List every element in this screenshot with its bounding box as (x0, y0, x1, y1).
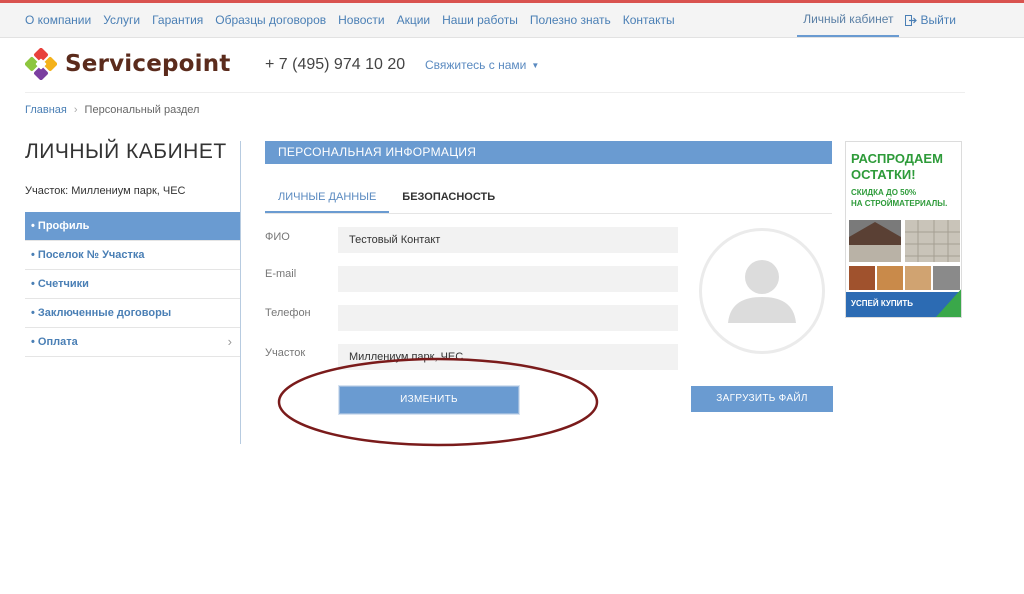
banner-title: РАСПРОДАЕМ ОСТАТКИ! (851, 151, 943, 183)
edit-button[interactable]: ИЗМЕНИТЬ (339, 386, 519, 414)
banner-subtitle-line-1: СКИДКА ДО 50% (851, 188, 917, 197)
nav-about[interactable]: О компании (25, 13, 91, 27)
nav-promotions[interactable]: Акции (397, 13, 431, 27)
sidebar-item-profile[interactable]: • Профиль (25, 212, 240, 241)
user-silhouette-icon (728, 260, 796, 323)
nav-news[interactable]: Новости (338, 13, 384, 27)
profile-tabs: ЛИЧНЫЕ ДАННЫЕ БЕЗОПАСНОСТЬ (265, 183, 832, 214)
contact-us-dropdown[interactable]: Свяжитесь с нами ▼ (425, 58, 539, 72)
email-label: E-mail (265, 268, 297, 280)
email-field[interactable] (338, 266, 678, 292)
site-header: Servicepoint + 7 (495) 974 10 20 Свяжите… (25, 48, 965, 93)
tab-personal-data[interactable]: ЛИЧНЫЕ ДАННЫЕ (265, 183, 390, 213)
banner-subtitle: СКИДКА ДО 50% НА СТРОЙМАТЕРИАЛЫ. (851, 187, 947, 209)
breadcrumb-home[interactable]: Главная (25, 104, 67, 116)
top-navigation-bar: О компании Услуги Гарантия Образцы догов… (0, 3, 1024, 38)
column-divider (240, 141, 241, 444)
sidebar-item-payment[interactable]: • Оплата › (25, 328, 240, 357)
logout-link[interactable]: Выйти (905, 13, 956, 27)
sidebar-item-contracts[interactable]: • Заключенные договоры (25, 299, 240, 328)
logo-text: Servicepoint (65, 51, 231, 77)
site-logo[interactable]: Servicepoint (25, 48, 231, 80)
fio-label: ФИО (265, 231, 290, 243)
nav-services[interactable]: Услуги (103, 13, 140, 27)
page-title: ЛИЧНЫЙ КАБИНЕТ (25, 140, 227, 163)
sidebar-item-payment-label: • Оплата (31, 336, 78, 348)
sidebar-menu: • Профиль • Поселок № Участка • Счетчики… (25, 212, 240, 357)
caret-down-icon: ▼ (531, 60, 540, 70)
nav-our-works[interactable]: Наши работы (442, 13, 518, 27)
nav-contract-samples[interactable]: Образцы договоров (215, 13, 326, 27)
chevron-right-icon: › (73, 104, 78, 116)
banner-subtitle-line-2: НА СТРОЙМАТЕРИАЛЫ. (851, 199, 948, 208)
logout-icon (905, 14, 918, 26)
nav-useful-info[interactable]: Полезно знать (530, 13, 611, 27)
banner-title-line-1: РАСПРОДАЕМ (851, 151, 943, 166)
logo-icon (25, 48, 57, 80)
plot-field[interactable]: Миллениум парк, ЧЕС (338, 344, 678, 370)
logout-label: Выйти (920, 13, 956, 27)
upload-file-button[interactable]: ЗАГРУЗИТЬ ФАЙЛ (691, 386, 833, 412)
phone-number: + 7 (495) 974 10 20 (265, 56, 406, 73)
chevron-right-icon: › (227, 334, 232, 349)
breadcrumb: Главная › Персональный раздел (25, 104, 199, 116)
breadcrumb-current: Персональный раздел (84, 104, 200, 116)
sidebar-item-plot-number[interactable]: • Поселок № Участка (25, 241, 240, 270)
banner-title-line-2: ОСТАТКИ! (851, 167, 916, 182)
banner-cta: УСПЕЙ КУПИТЬ (851, 299, 914, 308)
nav-warranty[interactable]: Гарантия (152, 13, 203, 27)
fio-field[interactable]: Тестовый Контакт (338, 227, 678, 253)
plot-info: Участок: Миллениум парк, ЧЕС (25, 185, 186, 197)
promo-banner[interactable]: РАСПРОДАЕМ ОСТАТКИ! СКИДКА ДО 50% НА СТР… (845, 141, 962, 318)
tab-security[interactable]: БЕЗОПАСНОСТЬ (389, 183, 508, 213)
sidebar-item-meters[interactable]: • Счетчики (25, 270, 240, 299)
contact-us-label: Свяжитесь с нами (425, 58, 527, 72)
phone-field[interactable] (338, 305, 678, 331)
top-nav: О компании Услуги Гарантия Образцы догов… (25, 3, 687, 37)
plot-label: Участок (265, 347, 306, 359)
phone-label: Телефон (265, 307, 311, 319)
nav-contacts[interactable]: Контакты (623, 13, 675, 27)
personal-cabinet-link[interactable]: Личный кабинет (797, 3, 900, 37)
avatar (699, 228, 825, 354)
account-links: Личный кабинет Выйти (797, 3, 956, 37)
panel-title: ПЕРСОНАЛЬНАЯ ИНФОРМАЦИЯ (265, 141, 832, 164)
